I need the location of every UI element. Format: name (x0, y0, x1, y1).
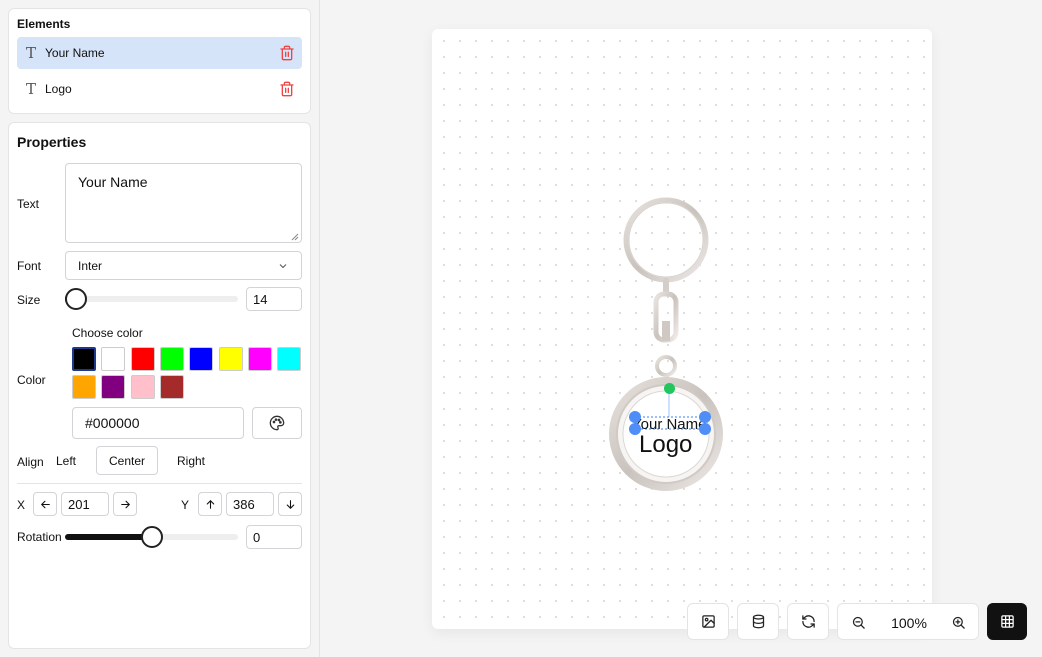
font-select[interactable]: Inter (65, 251, 302, 280)
rotation-slider-fill (65, 534, 152, 540)
rotation-slider-thumb[interactable] (140, 526, 163, 548)
canvas-area: Your Name Logo 100% (320, 0, 1042, 657)
choose-color-label: Choose color (72, 326, 143, 340)
size-input[interactable]: 14 (246, 287, 302, 311)
zoom-level: 100% (891, 614, 927, 631)
x-input[interactable]: 201 (61, 492, 109, 516)
zoom-controls: 100% (837, 603, 979, 640)
zoom-out-button[interactable] (838, 604, 878, 641)
chevron-down-icon (279, 263, 287, 268)
element-label: Your Name (45, 46, 105, 60)
zoom-out-icon (852, 616, 865, 629)
color-swatch[interactable] (247, 347, 272, 371)
x-decrease-button[interactable] (33, 492, 57, 516)
elements-panel: Elements T Your Name T Logo (8, 8, 311, 114)
properties-panel: Properties Text Your Name Font Inter Siz… (8, 122, 311, 649)
database-button[interactable] (737, 603, 779, 640)
palette-icon (269, 415, 285, 431)
properties-title: Properties (17, 134, 87, 150)
color-swatch[interactable] (101, 347, 126, 371)
resize-handle-top-left[interactable] (629, 411, 641, 423)
keychain-image (609, 197, 723, 491)
color-label: Color (17, 373, 46, 387)
delete-icon[interactable] (272, 81, 302, 97)
zoom-in-button[interactable] (938, 604, 978, 641)
color-swatch[interactable] (72, 375, 96, 399)
grid-icon (1000, 615, 1014, 628)
color-swatch[interactable] (130, 347, 155, 371)
color-swatch[interactable] (277, 347, 302, 371)
rotation-slider[interactable] (65, 526, 238, 548)
arrow-down-icon (286, 499, 294, 509)
add-image-button[interactable] (687, 603, 729, 640)
grid-toggle-button[interactable] (987, 603, 1027, 640)
palette-button[interactable] (252, 407, 302, 439)
align-label: Align (17, 455, 44, 469)
resize-grip-icon[interactable] (291, 233, 299, 241)
element-label: Logo (45, 82, 72, 96)
x-label: X (17, 498, 26, 512)
rotation-label: Rotation (17, 530, 62, 544)
font-select-value: Inter (78, 258, 103, 273)
y-input[interactable]: 386 (226, 492, 274, 516)
arrow-right-icon (120, 500, 130, 508)
canvas-logo-text[interactable]: Logo (639, 431, 692, 459)
element-item-logo[interactable]: T Logo (17, 73, 302, 105)
resize-handle-top-right[interactable] (699, 411, 711, 423)
font-label: Font (17, 259, 42, 273)
image-icon (701, 615, 715, 628)
delete-icon[interactable] (272, 45, 302, 61)
align-right-button[interactable]: Right (169, 446, 213, 475)
size-slider[interactable] (65, 288, 238, 310)
y-label: Y (181, 498, 190, 512)
element-item-your-name[interactable]: T Your Name (17, 37, 302, 69)
color-swatch[interactable] (159, 375, 184, 399)
hex-color-input[interactable]: #000000 (72, 407, 244, 439)
size-label: Size (17, 293, 41, 307)
size-slider-thumb[interactable] (65, 288, 87, 310)
resize-handle-bottom-right[interactable] (699, 423, 711, 435)
color-swatch[interactable] (159, 347, 184, 371)
y-down-button[interactable] (278, 492, 302, 516)
y-up-button[interactable] (198, 492, 222, 516)
zoom-in-icon (952, 616, 965, 629)
divider (17, 483, 302, 484)
align-left-button[interactable]: Left (47, 446, 85, 475)
color-swatch[interactable] (101, 375, 126, 399)
refresh-icon (801, 615, 815, 628)
text-icon: T (25, 80, 36, 98)
color-swatch[interactable] (130, 375, 155, 399)
resize-handle-bottom-left[interactable] (629, 423, 641, 435)
rotate-handle[interactable] (664, 383, 675, 394)
x-increase-button[interactable] (113, 492, 137, 516)
color-swatch[interactable] (218, 347, 243, 371)
arrow-up-icon (206, 499, 214, 509)
text-icon: T (25, 44, 36, 62)
color-swatch[interactable] (189, 347, 214, 371)
align-center-button[interactable]: Center (96, 446, 158, 475)
arrow-left-icon (40, 500, 50, 508)
color-swatch[interactable] (72, 347, 96, 371)
text-label: Text (17, 197, 40, 211)
text-input[interactable]: Your Name (65, 163, 302, 243)
design-board[interactable]: Your Name Logo (432, 29, 932, 629)
rotation-input[interactable]: 0 (246, 525, 302, 549)
refresh-button[interactable] (787, 603, 829, 640)
database-icon (752, 614, 764, 629)
elements-title: Elements (17, 17, 71, 31)
sidebar: Elements T Your Name T Logo Properties T… (0, 0, 320, 657)
